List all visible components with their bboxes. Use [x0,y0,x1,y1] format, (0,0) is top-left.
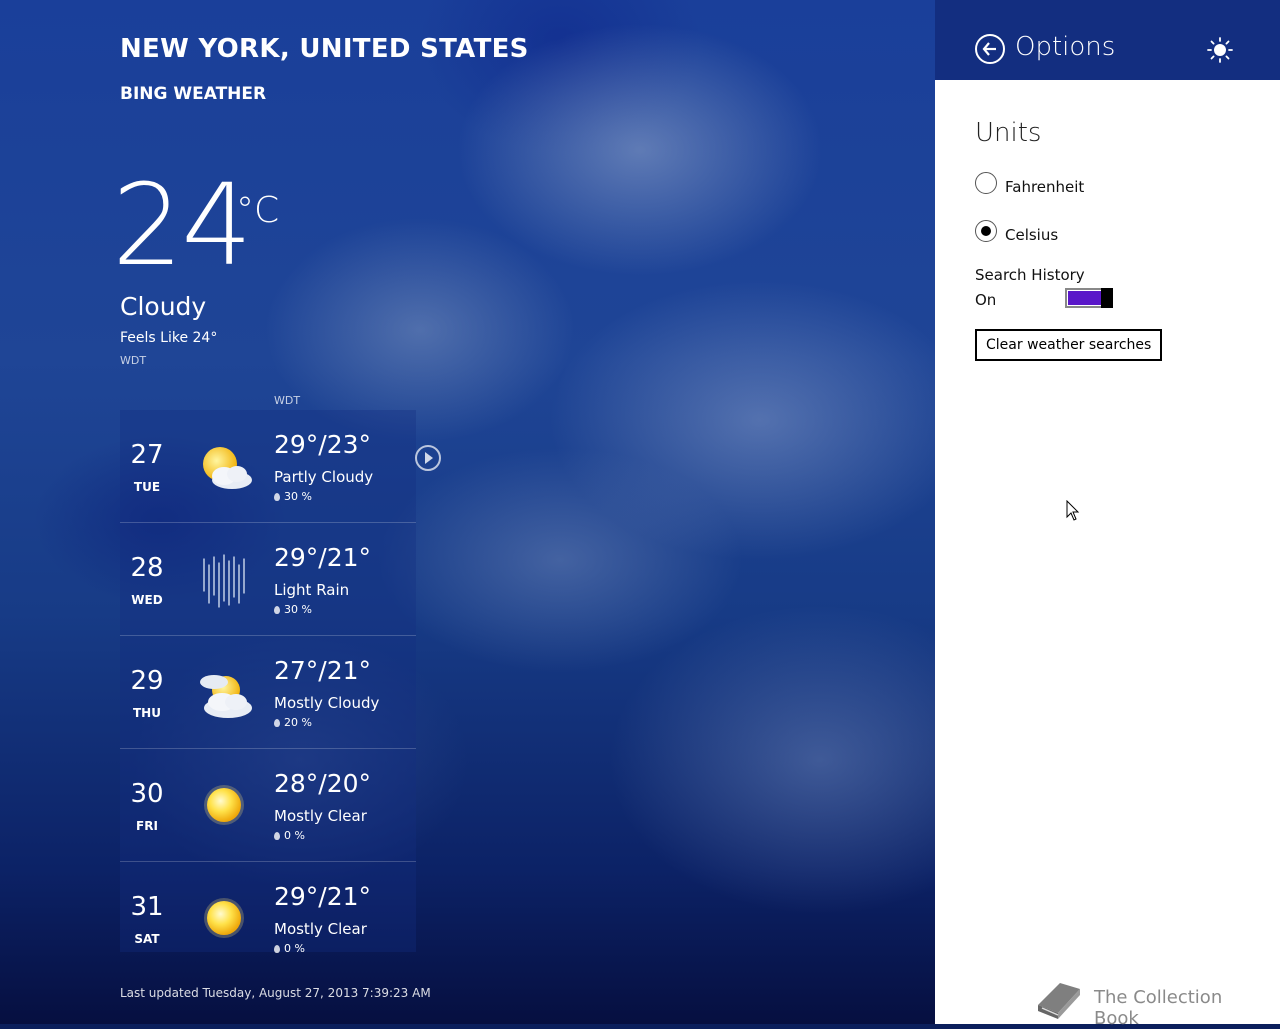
forecast-condition: Mostly Clear [274,920,367,938]
precipitation: 30 % [274,490,312,503]
search-history-label: Search History [975,266,1085,284]
high-low-temp: 29°/21° [274,543,372,572]
partly-cloudy-icon [203,447,252,489]
high-low-temp: 27°/21° [274,656,372,685]
day-name: TUE [133,480,161,494]
forecast-condition: Partly Cloudy [274,468,374,486]
back-arrow-icon[interactable] [975,34,1005,64]
toggle-fill [1068,291,1102,305]
current-temperature: 24 [112,161,253,291]
current-timezone: WDT [120,354,147,367]
raindrop-icon [274,832,280,840]
high-low-temp: 28°/20° [274,769,372,798]
fahrenheit-radio[interactable] [975,172,997,194]
units-heading: Units [975,118,1042,148]
day-number: 28 [130,553,164,583]
weather-background: NEW YORK, UNITED STATES BING WEATHER 24 … [0,0,935,1024]
day-number: 29 [130,666,164,696]
raindrop-icon [274,719,280,727]
day-name: WED [131,593,163,607]
day-number: 31 [130,892,164,922]
book-icon [1038,983,1080,1019]
daily-forecast-list: 27 TUE 29°/23° Partly Cloudy 30 % 28 WED [120,410,416,955]
search-history-toggle[interactable] [1065,288,1113,308]
precip-value: 30 % [284,603,312,616]
day-name: THU [133,706,161,720]
sun-icon [204,785,244,825]
day-name: FRI [136,819,158,833]
precipitation: 0 % [274,942,305,955]
mouse-cursor-icon [1066,500,1080,521]
precip-value: 0 % [284,942,305,955]
celsius-radio[interactable] [975,220,997,242]
location-title: NEW YORK, UNITED STATES [120,34,529,64]
forecast-day[interactable]: 28 WED 29°/21° Light Rain 30 % [120,523,416,636]
options-header: Options [935,0,1280,80]
day-number: 30 [130,779,164,809]
current-condition: Cloudy [120,292,207,321]
next-forecast-arrow-icon[interactable] [415,445,441,471]
day-name: SAT [134,932,160,946]
raindrop-icon [274,606,280,614]
temperature-unit: °C [236,190,280,231]
precipitation: 20 % [274,716,312,729]
forecast-day[interactable]: 31 SAT 29°/21° Mostly Clear 0 % [120,862,416,955]
light-rain-icon [203,554,245,608]
high-low-temp: 29°/21° [274,882,372,911]
raindrop-icon [274,945,280,953]
forecast-day[interactable]: 27 TUE 29°/23° Partly Cloudy 30 % [120,410,416,523]
clear-searches-button[interactable]: Clear weather searches [975,329,1163,361]
sun-icon [204,898,244,938]
brightness-icon [1207,37,1233,63]
options-title: Options [1015,32,1116,62]
feels-like: Feels Like 24° [120,330,218,346]
watermark: The Collection Book [1030,975,1270,1029]
celsius-label[interactable]: Celsius [1005,226,1058,244]
options-pane: Options Units Fahrenheit Celsius Search … [935,0,1280,1024]
forecast-condition: Mostly Cloudy [274,694,380,712]
day-number: 27 [130,440,164,470]
forecast-day[interactable]: 29 THU 27°/21° Mostly Cloudy 20 % [120,636,416,749]
precip-value: 30 % [284,490,312,503]
last-updated: Last updated Tuesday, August 27, 2013 7:… [120,986,431,1000]
watermark-text: The Collection Book [1094,987,1223,1029]
toggle-knob[interactable] [1101,288,1113,308]
raindrop-icon [274,493,280,501]
forecast-timezone: WDT [274,394,301,407]
app-name: BING WEATHER [120,84,267,104]
precipitation: 0 % [274,829,305,842]
precip-value: 20 % [284,716,312,729]
precipitation: 30 % [274,603,312,616]
forecast-day[interactable]: 30 FRI 28°/20° Mostly Clear 0 % [120,749,416,862]
search-history-state: On [975,291,997,309]
forecast-condition: Light Rain [274,581,350,599]
high-low-temp: 29°/23° [274,430,372,459]
forecast-condition: Mostly Clear [274,807,367,825]
precip-value: 0 % [284,829,305,842]
fahrenheit-label[interactable]: Fahrenheit [1005,178,1084,196]
mostly-cloudy-icon [200,675,252,718]
